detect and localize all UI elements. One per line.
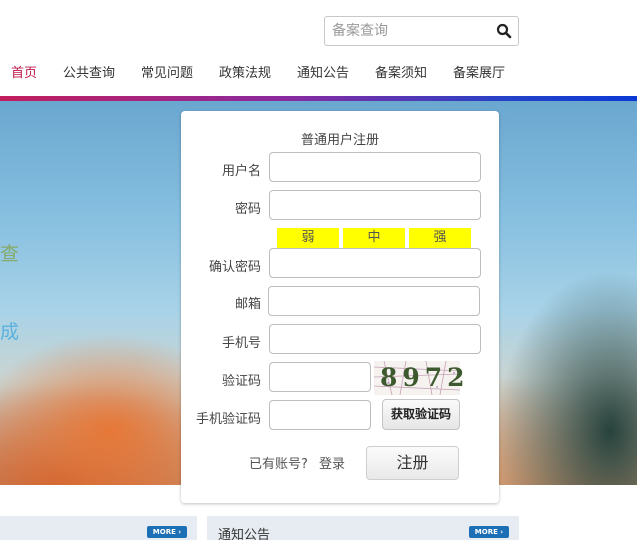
email-label: 邮箱 bbox=[234, 297, 261, 312]
nav-item-home[interactable]: 首页 bbox=[11, 62, 37, 81]
password-label: 密码 bbox=[234, 202, 261, 217]
notices-title: 通知公告 bbox=[218, 528, 271, 540]
nav-item-policy[interactable]: 政策法规 bbox=[219, 62, 271, 81]
more-button-left[interactable]: MORE › bbox=[147, 526, 187, 538]
register-panel: 普通用户注册 用户名 密码 弱 中 强 确认密码 邮箱 手机号 验证码 8972… bbox=[181, 111, 499, 503]
more-label: MORE bbox=[474, 528, 498, 536]
sms-code-label: 手机验证码 bbox=[195, 412, 261, 427]
more-button-notices[interactable]: MORE › bbox=[469, 526, 509, 538]
captcha-label: 验证码 bbox=[221, 374, 261, 389]
captcha-text: 8972 bbox=[380, 363, 470, 392]
has-account-text: 已有账号? bbox=[249, 457, 308, 472]
login-link[interactable]: 登录 bbox=[319, 453, 345, 472]
bottom-box-left: MORE › bbox=[0, 516, 197, 540]
get-sms-code-button[interactable]: 获取验证码 bbox=[382, 399, 460, 430]
confirm-password-input[interactable] bbox=[269, 248, 481, 278]
search-input[interactable] bbox=[325, 17, 490, 45]
nav-item-gallery[interactable]: 备案展厅 bbox=[453, 62, 505, 81]
confirm-password-label: 确认密码 bbox=[208, 260, 261, 275]
nav-item-faq[interactable]: 常见问题 bbox=[141, 62, 193, 81]
nav-item-notices[interactable]: 通知公告 bbox=[297, 62, 349, 81]
captcha-image[interactable]: 8972 bbox=[374, 361, 465, 395]
strength-medium: 中 bbox=[343, 228, 405, 248]
phone-input[interactable] bbox=[269, 324, 481, 354]
banner-text-1: 查 bbox=[0, 243, 20, 265]
nav-item-filing-guide[interactable]: 备案须知 bbox=[375, 62, 427, 81]
captcha-input[interactable] bbox=[269, 362, 371, 392]
strength-weak: 弱 bbox=[277, 228, 339, 248]
nav-item-public-query[interactable]: 公共查询 bbox=[63, 62, 115, 81]
banner-text-2: 成 bbox=[0, 321, 20, 343]
search-box bbox=[324, 16, 519, 46]
search-icon[interactable] bbox=[496, 23, 512, 39]
sms-code-input[interactable] bbox=[269, 400, 371, 430]
register-button[interactable]: 注册 bbox=[366, 446, 459, 480]
more-label: MORE bbox=[152, 528, 176, 536]
password-input[interactable] bbox=[269, 190, 481, 220]
username-input[interactable] bbox=[269, 152, 481, 182]
strength-strong: 强 bbox=[409, 228, 471, 248]
email-input[interactable] bbox=[268, 286, 480, 316]
register-title: 普通用户注册 bbox=[300, 133, 379, 148]
bottom-box-notices: 通知公告 MORE › bbox=[207, 516, 519, 540]
username-label: 用户名 bbox=[221, 164, 261, 179]
phone-label: 手机号 bbox=[221, 336, 261, 351]
